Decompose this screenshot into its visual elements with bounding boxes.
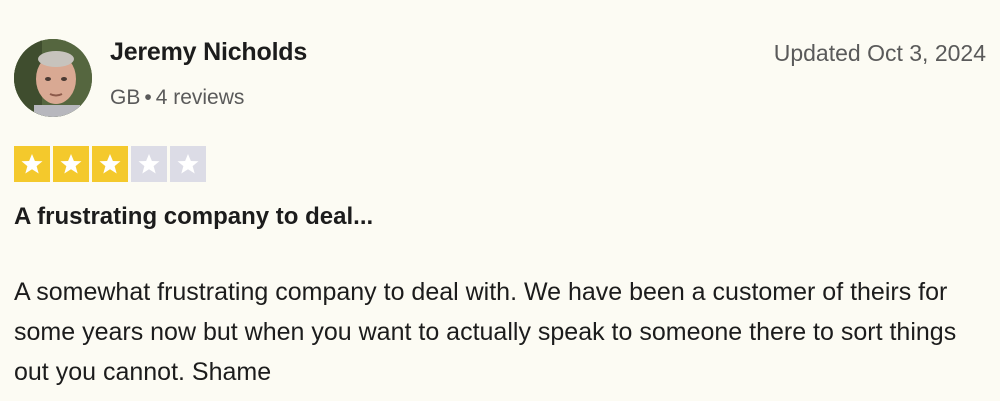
review-date: Updated Oct 3, 2024 bbox=[773, 40, 986, 66]
reviewer-review-count: 4 reviews bbox=[155, 86, 245, 109]
reviewer-meta: GB • 4 reviews bbox=[110, 86, 244, 110]
avatar-image bbox=[14, 39, 92, 117]
star-icon bbox=[60, 154, 82, 174]
meta-separator: • bbox=[144, 86, 152, 109]
star-filled bbox=[53, 146, 89, 182]
star-rating bbox=[14, 146, 206, 182]
star-empty bbox=[170, 146, 206, 182]
star-icon bbox=[21, 154, 43, 174]
star-filled bbox=[14, 146, 50, 182]
star-empty bbox=[131, 146, 167, 182]
avatar[interactable] bbox=[14, 39, 92, 117]
review-body: A somewhat frustrating company to deal w… bbox=[14, 278, 957, 386]
star-icon bbox=[177, 154, 199, 174]
star-filled bbox=[92, 146, 128, 182]
review-title[interactable]: A frustrating company to deal... bbox=[14, 203, 373, 231]
reviewer-country: GB bbox=[110, 86, 141, 109]
star-icon bbox=[99, 154, 121, 174]
review-card: Jeremy Nicholds GB • 4 reviews Updated Oct… bbox=[0, 0, 1000, 401]
reviewer-name[interactable]: Jeremy Nicholds bbox=[110, 38, 307, 67]
star-icon bbox=[138, 154, 160, 174]
